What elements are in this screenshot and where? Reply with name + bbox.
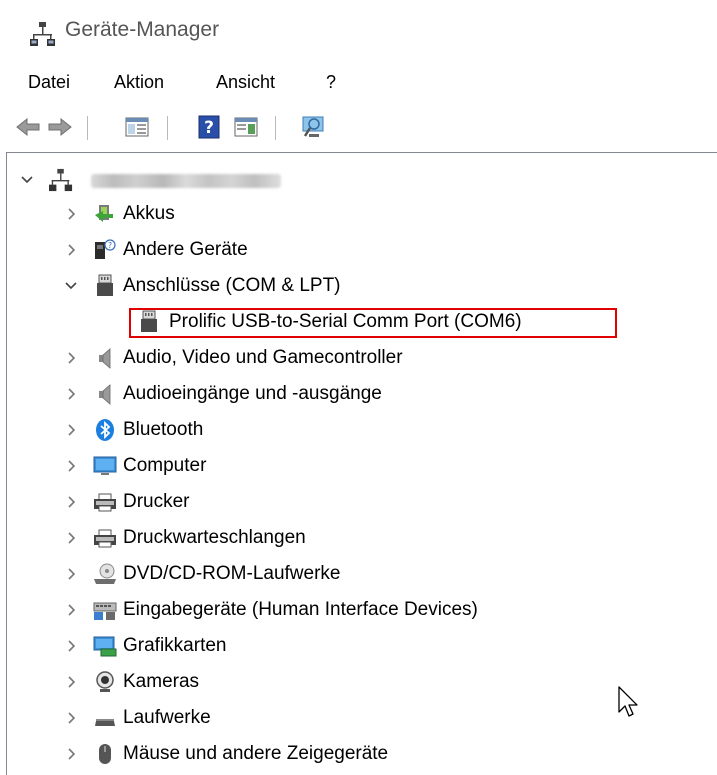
menu-file[interactable]: Datei: [28, 72, 70, 93]
tree-node-label: Audioeingänge und -ausgänge: [123, 383, 382, 404]
speaker-icon: [99, 384, 111, 405]
tree-node-label: Bluetooth: [123, 419, 204, 440]
dvd-drive-icon: [94, 563, 116, 584]
tree-node-label: Audio, Video und Gamecontroller: [123, 347, 403, 368]
chevron-right-icon[interactable]: [63, 422, 79, 438]
computer-network-icon: [49, 168, 73, 192]
speaker-icon: [99, 348, 111, 369]
tree-node-prolific-port[interactable]: Prolific USB-to-Serial Comm Port (COM6): [7, 305, 712, 341]
tree-node-maeuse[interactable]: Mäuse und andere Zeigegeräte: [7, 737, 712, 773]
tree-node-label: Kameras: [123, 671, 200, 692]
chevron-right-icon[interactable]: [63, 530, 79, 546]
chevron-down-icon[interactable]: [19, 172, 35, 188]
redacted-computer-name: [91, 174, 281, 188]
tree-root[interactable]: [7, 163, 712, 199]
toolbar-separator: [167, 116, 168, 140]
battery-icon: [95, 205, 113, 222]
chevron-right-icon[interactable]: [63, 674, 79, 690]
chevron-right-icon[interactable]: [63, 494, 79, 510]
tree-node-druckwarteschlangen[interactable]: Druckwarteschlangen: [7, 521, 712, 557]
help-icon[interactable]: ?: [196, 114, 222, 140]
port-connector-icon: [141, 310, 157, 332]
menu-view[interactable]: Ansicht: [216, 72, 275, 93]
tree-node-label: Mäuse und andere Zeigegeräte: [123, 743, 389, 764]
tree-node-label: Andere Geräte: [123, 239, 248, 260]
device-manager-icon: [30, 22, 55, 46]
forward-arrow-icon[interactable]: [47, 114, 73, 140]
show-hide-console-tree-icon[interactable]: [124, 114, 150, 140]
chevron-right-icon[interactable]: [63, 458, 79, 474]
tree-node-drucker[interactable]: Drucker: [7, 485, 712, 521]
device-tree: Akkus ? Andere Geräte Anschlüsse (COM & …: [6, 152, 717, 775]
tree-node-label: DVD/CD-ROM-Laufwerke: [123, 563, 341, 584]
chevron-right-icon[interactable]: [63, 602, 79, 618]
chevron-right-icon[interactable]: [63, 350, 79, 366]
chevron-down-icon[interactable]: [63, 278, 79, 294]
bluetooth-icon: [96, 419, 114, 441]
toolbar-separator: [275, 116, 276, 140]
menu-action[interactable]: Aktion: [114, 72, 164, 93]
mouse-cursor-icon: [618, 686, 638, 717]
menu-bar: Datei Aktion Ansicht ?: [0, 64, 717, 104]
chevron-right-icon[interactable]: [63, 242, 79, 258]
display-adapter-icon: [93, 636, 117, 657]
tree-node-computer[interactable]: Computer: [7, 449, 712, 485]
title-bar: Geräte-Manager: [0, 0, 717, 64]
printer-icon: [94, 529, 116, 548]
tree-node-label: Computer: [123, 455, 207, 476]
tree-node-eingabegeraete[interactable]: Eingabegeräte (Human Interface Devices): [7, 593, 712, 629]
tree-node-audio-io[interactable]: Audioeingänge und -ausgänge: [7, 377, 712, 413]
chevron-right-icon[interactable]: [63, 710, 79, 726]
properties-icon[interactable]: [233, 114, 259, 140]
tree-node-anschluesse[interactable]: Anschlüsse (COM & LPT): [7, 269, 712, 305]
printer-icon: [94, 493, 116, 512]
tree-node-audio-video[interactable]: Audio, Video und Gamecontroller: [7, 341, 712, 377]
tree-node-laufwerke[interactable]: Laufwerke: [7, 701, 712, 737]
mouse-icon: [99, 744, 111, 764]
chevron-right-icon[interactable]: [63, 206, 79, 222]
scan-hardware-icon[interactable]: [301, 114, 327, 140]
tree-node-label: Drucker: [123, 491, 190, 512]
back-arrow-icon[interactable]: [15, 114, 41, 140]
tree-node-label: Anschlüsse (COM & LPT): [123, 275, 341, 296]
tree-node-label: Akkus: [123, 203, 175, 224]
tree-node-bluetooth[interactable]: Bluetooth: [7, 413, 712, 449]
chevron-right-icon[interactable]: [63, 746, 79, 762]
svg-text:?: ?: [204, 118, 214, 138]
tree-node-dvd[interactable]: DVD/CD-ROM-Laufwerke: [7, 557, 712, 593]
keyboard-icon: [93, 602, 117, 620]
chevron-right-icon[interactable]: [63, 638, 79, 654]
port-connector-icon: [97, 274, 113, 296]
camera-icon: [96, 671, 114, 692]
tree-node-kameras[interactable]: Kameras: [7, 665, 712, 701]
tree-node-akkus[interactable]: Akkus: [7, 197, 712, 233]
tree-node-label: Eingabegeräte (Human Interface Devices): [123, 599, 478, 620]
tree-node-label: Druckwarteschlangen: [123, 527, 306, 548]
disk-drive-icon: [95, 719, 115, 726]
menu-help[interactable]: ?: [326, 72, 336, 93]
monitor-icon: [93, 456, 117, 475]
tree-node-label: Laufwerke: [123, 707, 211, 728]
chevron-right-icon[interactable]: [63, 386, 79, 402]
unknown-device-icon: ?: [95, 239, 116, 259]
chevron-right-icon[interactable]: [63, 566, 79, 582]
toolbar-separator: [87, 116, 88, 140]
window-title: Geräte-Manager: [65, 18, 220, 41]
tree-node-grafikkarten[interactable]: Grafikkarten: [7, 629, 712, 665]
tree-node-label: Prolific USB-to-Serial Comm Port (COM6): [169, 311, 522, 332]
toolbar: ?: [0, 108, 717, 152]
tree-node-andere-geraete[interactable]: ? Andere Geräte: [7, 233, 712, 269]
tree-node-label: Grafikkarten: [123, 635, 227, 656]
svg-text:?: ?: [108, 241, 112, 250]
